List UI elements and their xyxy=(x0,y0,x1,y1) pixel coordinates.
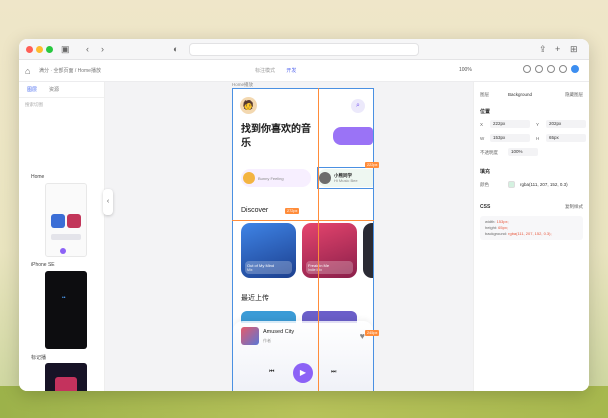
app-window: ▣ ‹ › ◐ ⇪ + ⊞ ⌂ 满分 · 全部页面 / Home播放 标注模式 … xyxy=(19,39,589,391)
privacy-shield-icon[interactable]: ◐ xyxy=(173,43,178,55)
layer-name: Background xyxy=(508,92,533,97)
browser-titlebar: ▣ ‹ › ◐ ⇪ + ⊞ xyxy=(19,39,589,60)
hide-layer-toggle[interactable]: 隐藏图层 xyxy=(565,92,583,98)
inspector-panel: 图层 Background 隐藏图层 位置 X 222px Y 202px W … xyxy=(473,82,589,391)
measure-tag-2: 272px xyxy=(285,208,300,214)
phone-frame[interactable]: 🧑 ⌕ 找到你喜欢的音乐 Bunny Feeling 小熊同学 Hi Music… xyxy=(232,88,374,391)
x-label: X xyxy=(480,122,484,127)
toolbar-actions xyxy=(523,65,579,73)
album-caption: Out of My Mind Mix xyxy=(245,261,292,274)
section-css: CSS xyxy=(480,204,491,210)
selection-box xyxy=(317,167,373,189)
home-icon[interactable]: ⌂ xyxy=(25,65,30,77)
tab-overview-icon[interactable]: ⊞ xyxy=(570,43,578,55)
fill-label: 颜色 xyxy=(480,182,489,187)
close-window-button[interactable] xyxy=(26,46,33,53)
thumb-card-2 xyxy=(67,214,81,228)
tab-develop[interactable]: 开发 xyxy=(286,68,296,74)
copy-css-button[interactable]: 复制样式 xyxy=(565,204,583,210)
w-label: W xyxy=(480,136,485,141)
css-line: background: rgba(111, 207, 152, 0.3); xyxy=(485,231,552,236)
export-icon[interactable] xyxy=(559,65,567,73)
search-icon[interactable]: ⌕ xyxy=(351,99,365,113)
x-field[interactable]: 222px xyxy=(490,120,530,128)
hand-illustration xyxy=(333,127,373,145)
maximize-window-button[interactable] xyxy=(46,46,53,53)
fill-swatch[interactable] xyxy=(508,181,515,188)
thumbnail-iphone-se[interactable]: •• xyxy=(45,271,87,349)
thumbnail-label-player: 标记播 xyxy=(31,355,47,361)
section-title-recent: 最近上传 xyxy=(241,295,269,302)
width-field[interactable]: 153px xyxy=(490,134,530,142)
thumbnail-player[interactable] xyxy=(45,363,87,391)
height-field[interactable]: 65px xyxy=(546,134,586,142)
y-field[interactable]: 202px xyxy=(546,120,586,128)
album-card-3[interactable] xyxy=(363,223,373,278)
sidebar-tabs: 图层 资源 xyxy=(19,82,104,98)
fill-value[interactable]: rgba(111, 207, 152, 0.3) xyxy=(520,182,568,187)
player-title: Amused City xyxy=(263,329,295,335)
mini-player[interactable]: Amused City 作者 ♥ ⏮ ▶ ⏭ xyxy=(233,321,373,391)
h-label: H xyxy=(536,136,540,141)
thumb-list xyxy=(51,234,81,240)
thumb-play xyxy=(60,248,66,254)
thumb-dots: •• xyxy=(62,295,66,301)
breadcrumb: 满分 · 全部页面 / Home播放 xyxy=(39,68,101,74)
album-subtitle: Mix xyxy=(247,268,253,272)
forward-icon[interactable]: › xyxy=(101,43,104,55)
album-card-2[interactable]: Freak in Me Indie Mix xyxy=(302,223,357,278)
artist-chip-1[interactable]: Bunny Feeling xyxy=(241,169,311,187)
sidebar-toggle-icon[interactable]: ▣ xyxy=(61,43,70,55)
section-position: 位置 xyxy=(480,109,491,115)
artist-subtitle: Bunny Feeling xyxy=(258,175,284,181)
measure-tag-3: 245px xyxy=(365,330,380,336)
next-icon[interactable]: ⏭ xyxy=(331,369,336,376)
design-canvas[interactable]: Home播放 🧑 ⌕ 找到你喜欢的音乐 Bunny Feeling 小熊同学 H… xyxy=(105,82,473,391)
section-title-discover: Discover xyxy=(241,207,269,214)
page-title: 找到你喜欢的音乐 xyxy=(241,124,311,149)
address-bar[interactable] xyxy=(189,43,419,56)
zoom-level[interactable]: 100% xyxy=(459,67,472,73)
avatar[interactable]: 🧑 xyxy=(240,97,257,114)
measure-guide-horizontal xyxy=(232,220,374,221)
opacity-field[interactable]: 100% xyxy=(508,148,538,156)
play-icon[interactable]: ▶ xyxy=(293,363,313,383)
artist-avatar xyxy=(243,172,255,184)
user-avatar-icon[interactable] xyxy=(571,65,579,73)
measure-guide-vertical xyxy=(318,88,319,391)
tab-layers[interactable]: 图层 xyxy=(27,86,37,93)
minimize-window-button[interactable] xyxy=(36,46,43,53)
mode-switch: 标注模式 开发 xyxy=(255,67,296,74)
help-icon[interactable] xyxy=(523,65,531,73)
player-artist: 作者 xyxy=(263,338,271,343)
album-caption: Freak in Me Indie Mix xyxy=(306,261,353,274)
new-tab-icon[interactable]: + xyxy=(555,43,560,55)
previous-icon[interactable]: ⏮ xyxy=(269,369,274,376)
left-sidebar: 图层 资源 搜索切图 Home iPhone SE •• 标记播 xyxy=(19,82,105,391)
preview-icon[interactable] xyxy=(535,65,543,73)
player-cover xyxy=(241,327,259,345)
thumbnail-label-iphone-se: iPhone SE xyxy=(31,262,55,268)
thumb-cover xyxy=(55,377,77,391)
thumbnail-home[interactable] xyxy=(45,183,87,257)
layer-search-input[interactable]: 搜索切图 xyxy=(25,102,98,110)
thumb-card-1 xyxy=(51,214,65,228)
opacity-label: 不透明度 xyxy=(480,150,498,155)
inspector-layer-label: 图层 xyxy=(480,92,489,97)
album-subtitle: Indie Mix xyxy=(308,268,323,272)
app-toolbar: ⌂ 满分 · 全部页面 / Home播放 标注模式 开发 100% xyxy=(19,60,589,82)
css-code-box: width: 153px; height: 65px; background: … xyxy=(480,216,583,240)
device-icon[interactable] xyxy=(547,65,555,73)
collapse-sidebar-button[interactable]: ‹ xyxy=(103,189,113,215)
thumbnail-label-home: Home xyxy=(31,174,45,180)
album-card-1[interactable]: Out of My Mind Mix xyxy=(241,223,296,278)
section-fill: 填充 xyxy=(480,169,491,175)
share-icon[interactable]: ⇪ xyxy=(539,43,547,55)
back-icon[interactable]: ‹ xyxy=(86,43,89,55)
tab-assets[interactable]: 资源 xyxy=(49,86,59,93)
tab-annotate[interactable]: 标注模式 xyxy=(255,68,275,74)
measure-tag-1: 222px xyxy=(365,162,380,168)
y-label: Y xyxy=(536,122,540,127)
